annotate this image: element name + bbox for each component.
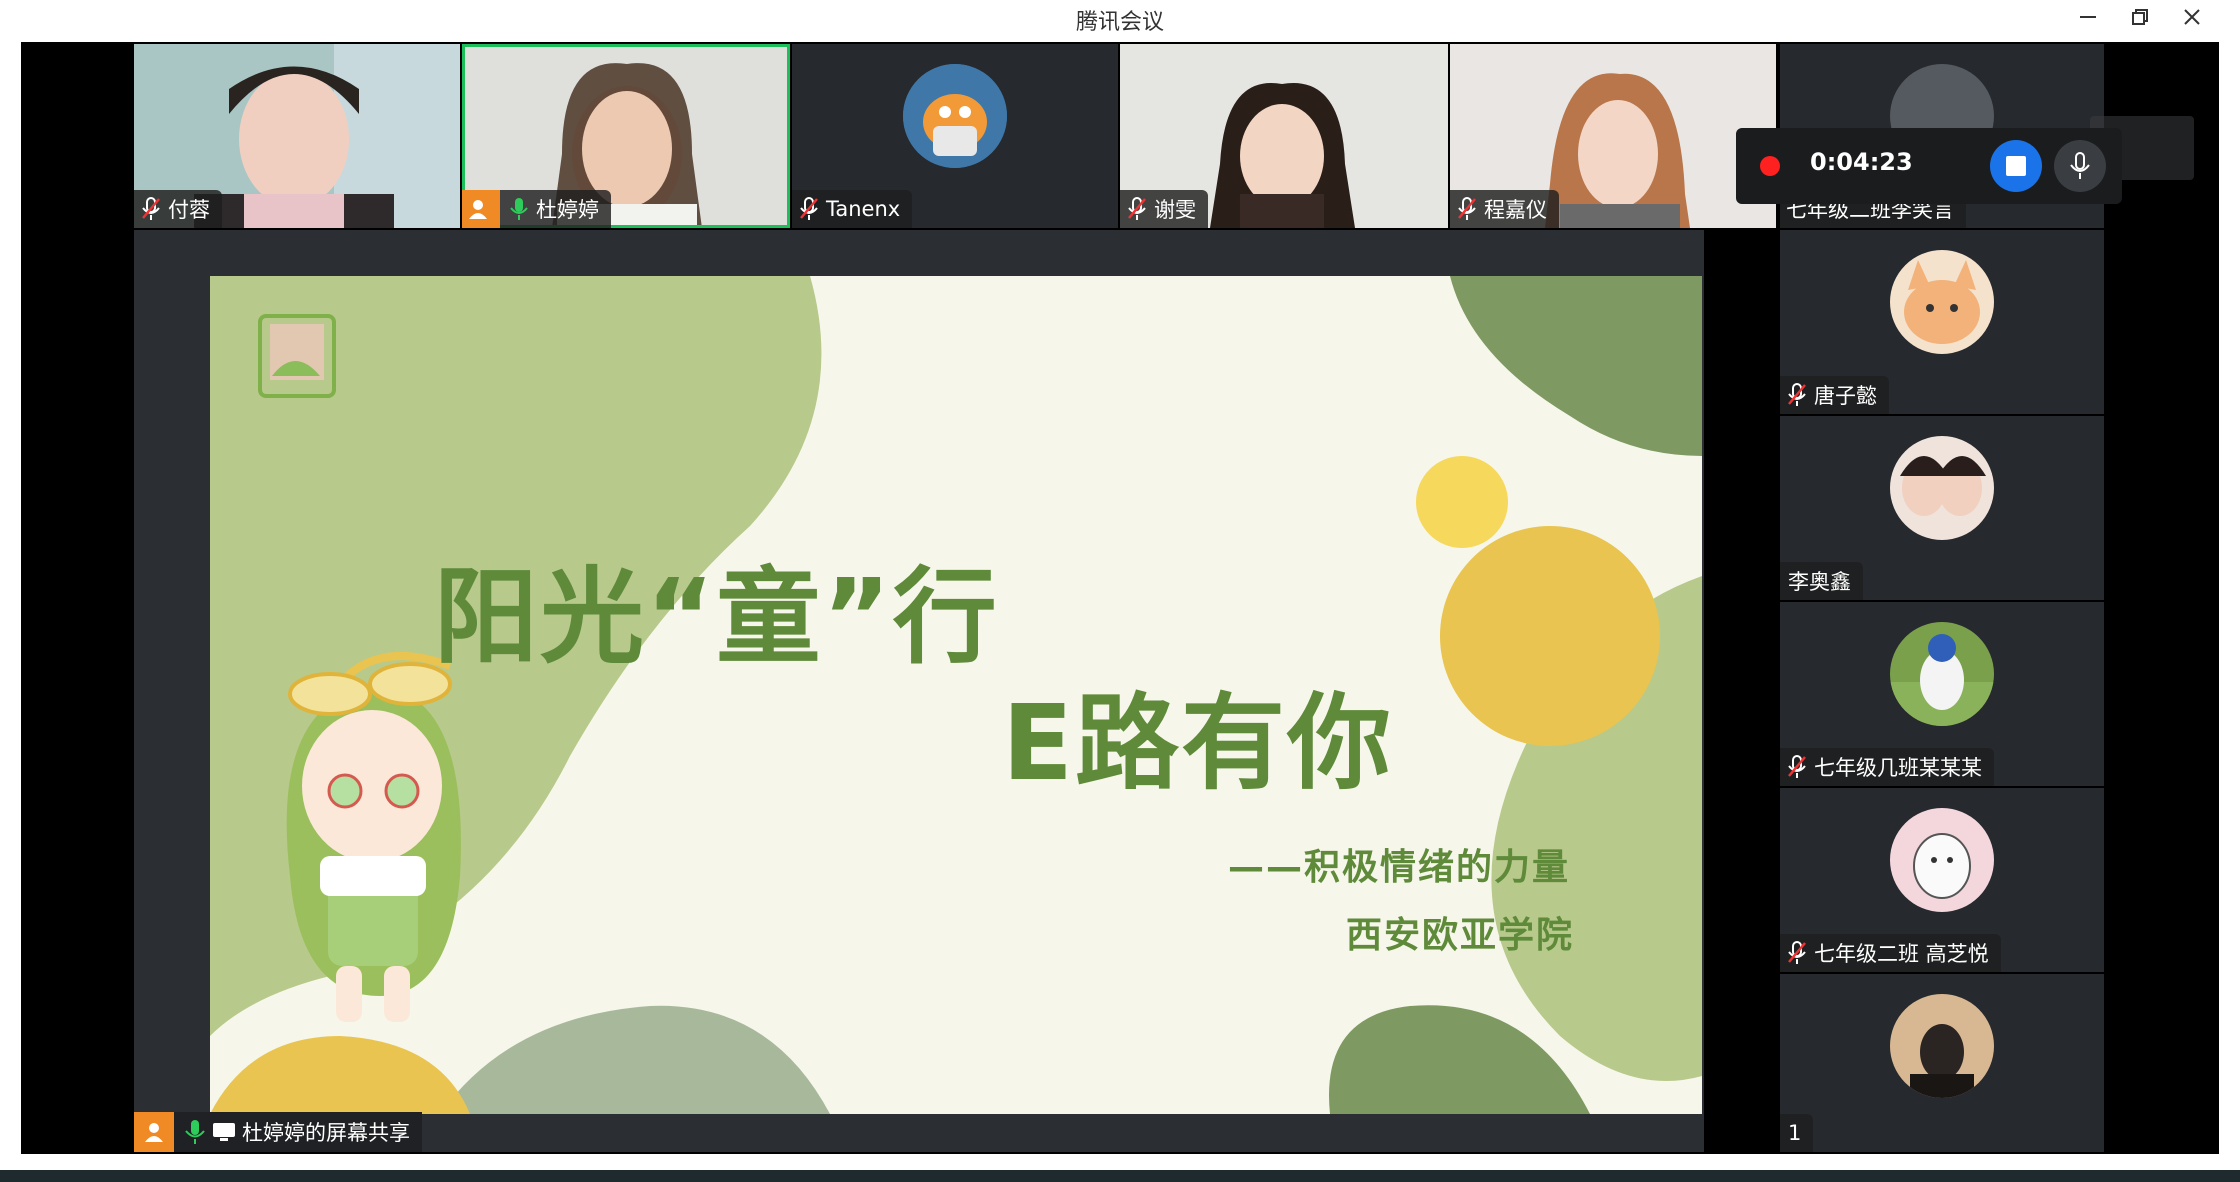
participant-tile[interactable]: 李奥鑫: [1780, 416, 2104, 600]
microphone-muted-icon: [142, 197, 160, 220]
slide-title-line2: E路有你: [1002, 682, 1394, 804]
participant-name-tag: 杜婷婷: [462, 190, 611, 228]
avatar: [1890, 808, 1994, 912]
participant-name-tag: 七年级二班 高芝悦: [1780, 934, 2001, 972]
recording-timer: 0:04:23: [1810, 148, 1913, 176]
participant-name: Tanenx: [826, 197, 901, 221]
slide-subtitle: ——积极情绪的力量: [1228, 847, 1571, 888]
taskbar-edge: [0, 1170, 2240, 1182]
participant-name: 唐子懿: [1814, 384, 1877, 408]
participant-name: 1: [1788, 1121, 1802, 1145]
participant-name-tag: 谢雯: [1120, 190, 1208, 228]
slide-school: 西安欧亚学院: [1346, 915, 1575, 956]
microphone-button[interactable]: [2054, 140, 2106, 192]
participant-tile[interactable]: Tanenx: [792, 44, 1118, 228]
participant-name: 杜婷婷: [536, 198, 599, 222]
close-icon[interactable]: [2166, 0, 2218, 34]
restore-icon[interactable]: [2114, 0, 2166, 34]
participant-tile[interactable]: 1: [1780, 974, 2104, 1152]
slide-background: [210, 276, 1702, 1114]
participant-tile[interactable]: 七年级二班 高芝悦: [1780, 788, 2104, 972]
stop-recording-button[interactable]: [1990, 140, 2042, 192]
window-title: 腾讯会议: [1075, 10, 1164, 35]
stop-icon: [2006, 156, 2026, 176]
host-icon: [134, 1112, 174, 1152]
participant-tile[interactable]: 杜婷婷: [462, 44, 790, 228]
participant-name: 李奥鑫: [1788, 570, 1851, 594]
microphone-muted-icon: [1458, 197, 1476, 220]
microphone-muted-icon: [1128, 197, 1146, 220]
participant-tile[interactable]: 七年级几班某某某: [1780, 602, 2104, 786]
participant-name-tag: 付蓉: [134, 190, 222, 228]
participant-name: 七年级二班 高芝悦: [1814, 942, 1989, 966]
screen-share-icon: [213, 1123, 235, 1141]
avatar: [1890, 250, 1994, 354]
participant-name-tag: 李奥鑫: [1780, 562, 1863, 600]
microphone-muted-icon: [1788, 755, 1806, 778]
screen-share-label: 杜婷婷的屏幕共享: [242, 1121, 410, 1145]
participant-tile[interactable]: 谢雯: [1120, 44, 1448, 228]
microphone-active-icon: [510, 198, 528, 220]
participant-name: 付蓉: [168, 198, 210, 222]
microphone-muted-icon: [800, 197, 818, 220]
avatar: [1890, 436, 1994, 540]
participant-tile[interactable]: 唐子懿: [1780, 230, 2104, 414]
host-icon: [462, 190, 500, 228]
participant-name: 谢雯: [1154, 198, 1196, 222]
participant-tile[interactable]: 付蓉: [134, 44, 460, 228]
participant-name-tag: 七年级几班某某某: [1780, 748, 1994, 786]
microphone-active-icon: [185, 1120, 205, 1144]
microphone-muted-icon: [1788, 383, 1806, 406]
avatar: [1890, 994, 1994, 1098]
microphone-icon: [2070, 152, 2090, 179]
avatar: [1890, 622, 1994, 726]
slide-title-line1: 阳光“童”行: [434, 556, 999, 678]
participant-name-tag: 程嘉仪: [1450, 190, 1559, 228]
participant-name: 程嘉仪: [1484, 198, 1547, 222]
participant-name-tag: 1: [1780, 1114, 1814, 1152]
screen-share-tag: 杜婷婷的屏幕共享: [134, 1112, 422, 1152]
participant-name-tag: 唐子懿: [1780, 376, 1889, 414]
recording-indicator-icon: [1760, 156, 1780, 176]
title-bar: 腾讯会议: [0, 0, 2240, 40]
avatar: [903, 64, 1007, 168]
presentation-slide: 阳光“童”行 E路有你 ——积极情绪的力量 西安欧亚学院: [210, 276, 1702, 1114]
microphone-muted-icon: [1788, 941, 1806, 964]
participant-name: 七年级几班某某某: [1814, 756, 1982, 780]
recording-panel: 0:04:23: [1736, 128, 2122, 204]
participant-tile[interactable]: 程嘉仪: [1450, 44, 1776, 228]
participant-name-tag: Tanenx: [792, 190, 913, 228]
minimize-icon[interactable]: [2062, 0, 2114, 34]
